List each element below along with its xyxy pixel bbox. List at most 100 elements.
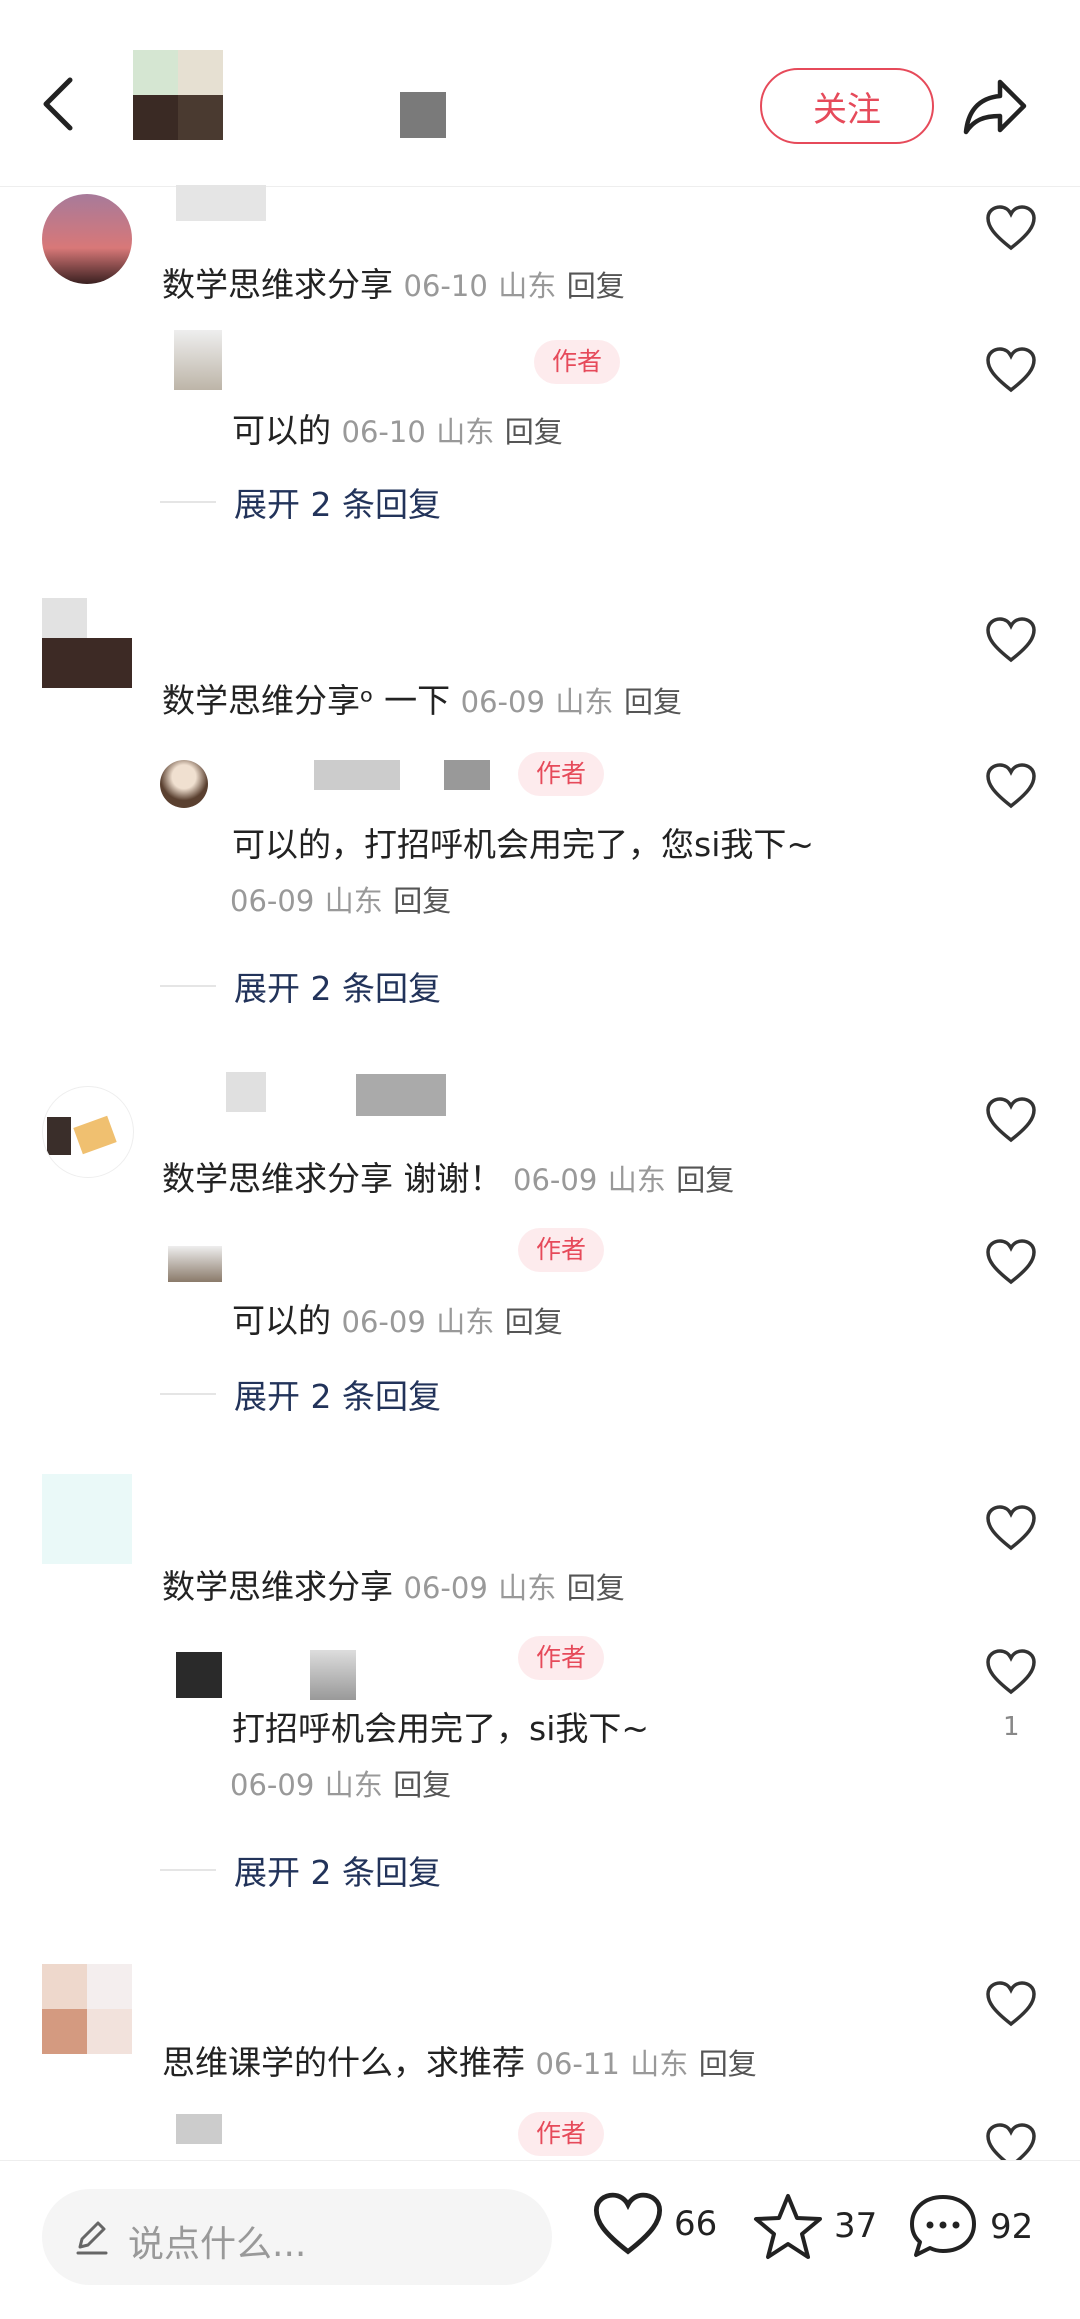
comment-text: 数学思维求分享 谢谢！ <box>162 1159 503 1198</box>
comment-text-line[interactable]: 数学思维求分享 06-09 山东 回复 <box>162 1560 625 1608</box>
comment-button[interactable]: 92 <box>906 2191 1033 2263</box>
commenter-avatar[interactable] <box>42 1474 132 1564</box>
comment-text: 数学思维求分享 <box>162 1567 393 1606</box>
back-arrow-icon[interactable] <box>30 74 90 134</box>
comment-text-line[interactable]: 数学思维分享ᵒ 一下 06-09 山东 回复 <box>162 674 682 722</box>
reply-link[interactable]: 回复 <box>505 415 563 449</box>
heart-icon[interactable] <box>985 1504 1037 1552</box>
reply-text-line[interactable]: 可以的 06-09 山东 回复 <box>232 1294 563 1342</box>
commenter-avatar[interactable] <box>42 598 132 688</box>
reply-date: 06-10 <box>341 415 426 449</box>
divider <box>160 1393 216 1395</box>
commenter-avatar[interactable] <box>42 1086 134 1178</box>
reply-link[interactable]: 回复 <box>624 685 682 719</box>
reply-link[interactable]: 回复 <box>676 1163 734 1197</box>
commenter-avatar[interactable] <box>42 194 132 284</box>
like-button[interactable]: 66 <box>592 2191 717 2257</box>
comment-text-line[interactable]: 数学思维求分享 谢谢！ 06-09 山东 回复 <box>162 1152 734 1200</box>
reply-link[interactable]: 回复 <box>567 269 625 303</box>
reply-location: 山东 <box>436 1305 495 1339</box>
comment-text: 数学思维分享ᵒ 一下 <box>162 681 451 720</box>
reply-avatar-redacted[interactable] <box>168 1246 222 1282</box>
comment-date: 06-09 <box>460 685 545 719</box>
follow-button[interactable]: 关注 <box>760 68 934 144</box>
reply-meta-line: 06-09 山东 回复 <box>230 878 451 920</box>
comment-count: 92 <box>990 2207 1034 2247</box>
comment-location: 山东 <box>498 1571 557 1605</box>
heart-icon[interactable] <box>985 204 1037 252</box>
divider <box>160 501 216 503</box>
expand-replies-link[interactable]: 展开 2 条回复 <box>160 962 441 1010</box>
reply-link[interactable]: 回复 <box>699 2047 757 2081</box>
comment-date: 06-09 <box>403 1571 488 1605</box>
heart-icon[interactable] <box>985 1980 1037 2028</box>
commenter-avatar[interactable] <box>42 1964 132 2054</box>
reply-link[interactable]: 回复 <box>393 884 451 918</box>
comment-text-line[interactable]: 思维课学的什么，求推荐 06-11 山东 回复 <box>162 2036 757 2084</box>
reply-name-redacted <box>310 1650 356 1700</box>
reply-text[interactable]: 打招呼机会用完了，si我下~ <box>232 1702 649 1750</box>
reply-text: 可以的 <box>232 411 331 450</box>
favorite-button[interactable]: 37 <box>752 2191 877 2261</box>
author-avatar[interactable] <box>133 50 223 140</box>
reply-avatar-redacted[interactable] <box>176 1652 222 1698</box>
reply-name-redacted <box>444 760 490 790</box>
divider <box>160 985 216 987</box>
author-name-redacted <box>400 92 446 138</box>
reply-name-redacted <box>314 760 400 790</box>
commenter-name-redacted <box>176 185 266 221</box>
expand-replies-label: 展开 2 条回复 <box>234 969 441 1008</box>
reply-location: 山东 <box>324 1768 383 1802</box>
comment-date: 06-11 <box>535 2047 620 2081</box>
author-badge: 作者 <box>518 1228 605 1272</box>
comment-date: 06-09 <box>513 1163 598 1197</box>
reply-text-line[interactable]: 可以的 06-10 山东 回复 <box>232 404 563 452</box>
heart-icon[interactable] <box>985 616 1037 664</box>
bottom-action-bar: 说点什么... 66 37 92 <box>0 2160 1080 2319</box>
reply-text[interactable]: 可以的，打招呼机会用完了，您si我下~ <box>232 818 814 866</box>
author-badge: 作者 <box>518 752 605 796</box>
heart-icon[interactable] <box>985 1238 1037 1286</box>
commenter-name-redacted <box>226 1072 266 1112</box>
heart-icon[interactable] <box>985 1096 1037 1144</box>
reply-location: 山东 <box>436 415 495 449</box>
expand-replies-label: 展开 2 条回复 <box>234 1377 441 1416</box>
commenter-name-redacted <box>356 1074 446 1116</box>
reply-link[interactable]: 回复 <box>567 1571 625 1605</box>
comment-text: 思维课学的什么，求推荐 <box>162 2043 525 2082</box>
reply-link[interactable]: 回复 <box>505 1305 563 1339</box>
pencil-icon <box>76 2221 108 2255</box>
heart-icon[interactable] <box>985 1648 1037 1696</box>
comment-text: 数学思维求分享 <box>162 265 393 304</box>
expand-replies-link[interactable]: 展开 2 条回复 <box>160 1370 441 1418</box>
expand-replies-link[interactable]: 展开 2 条回复 <box>160 1846 441 1894</box>
expand-replies-label: 展开 2 条回复 <box>234 1853 441 1892</box>
expand-replies-link[interactable]: 展开 2 条回复 <box>160 478 441 526</box>
reply-link[interactable]: 回复 <box>393 1768 451 1802</box>
reply-date: 06-09 <box>230 1768 315 1802</box>
heart-icon[interactable] <box>985 346 1037 394</box>
comment-text-line[interactable]: 数学思维求分享 06-10 山东 回复 <box>162 258 625 306</box>
favorite-count: 37 <box>834 2206 878 2246</box>
reply-avatar-redacted[interactable] <box>174 330 222 390</box>
comment-bubble-icon <box>910 2195 976 2257</box>
top-navigation-bar: 关注 <box>0 0 1080 187</box>
expand-replies-label: 展开 2 条回复 <box>234 485 441 524</box>
divider <box>160 1869 216 1871</box>
comment-location: 山东 <box>555 685 614 719</box>
comment-location: 山东 <box>498 269 557 303</box>
comment-input[interactable]: 说点什么... <box>42 2189 552 2285</box>
author-badge: 作者 <box>518 2112 605 2156</box>
author-badge: 作者 <box>518 1636 605 1680</box>
star-icon <box>754 2194 822 2259</box>
like-count: 1 <box>1003 1712 1020 1742</box>
heart-icon[interactable] <box>985 762 1037 810</box>
reply-date: 06-09 <box>230 884 315 918</box>
reply-date: 06-09 <box>341 1305 426 1339</box>
reply-avatar-redacted[interactable] <box>176 2114 222 2144</box>
like-count: 66 <box>674 2204 718 2244</box>
reply-avatar[interactable] <box>160 760 208 808</box>
heart-icon <box>593 2192 663 2255</box>
share-icon[interactable] <box>960 72 1030 142</box>
comment-date: 06-10 <box>403 269 488 303</box>
